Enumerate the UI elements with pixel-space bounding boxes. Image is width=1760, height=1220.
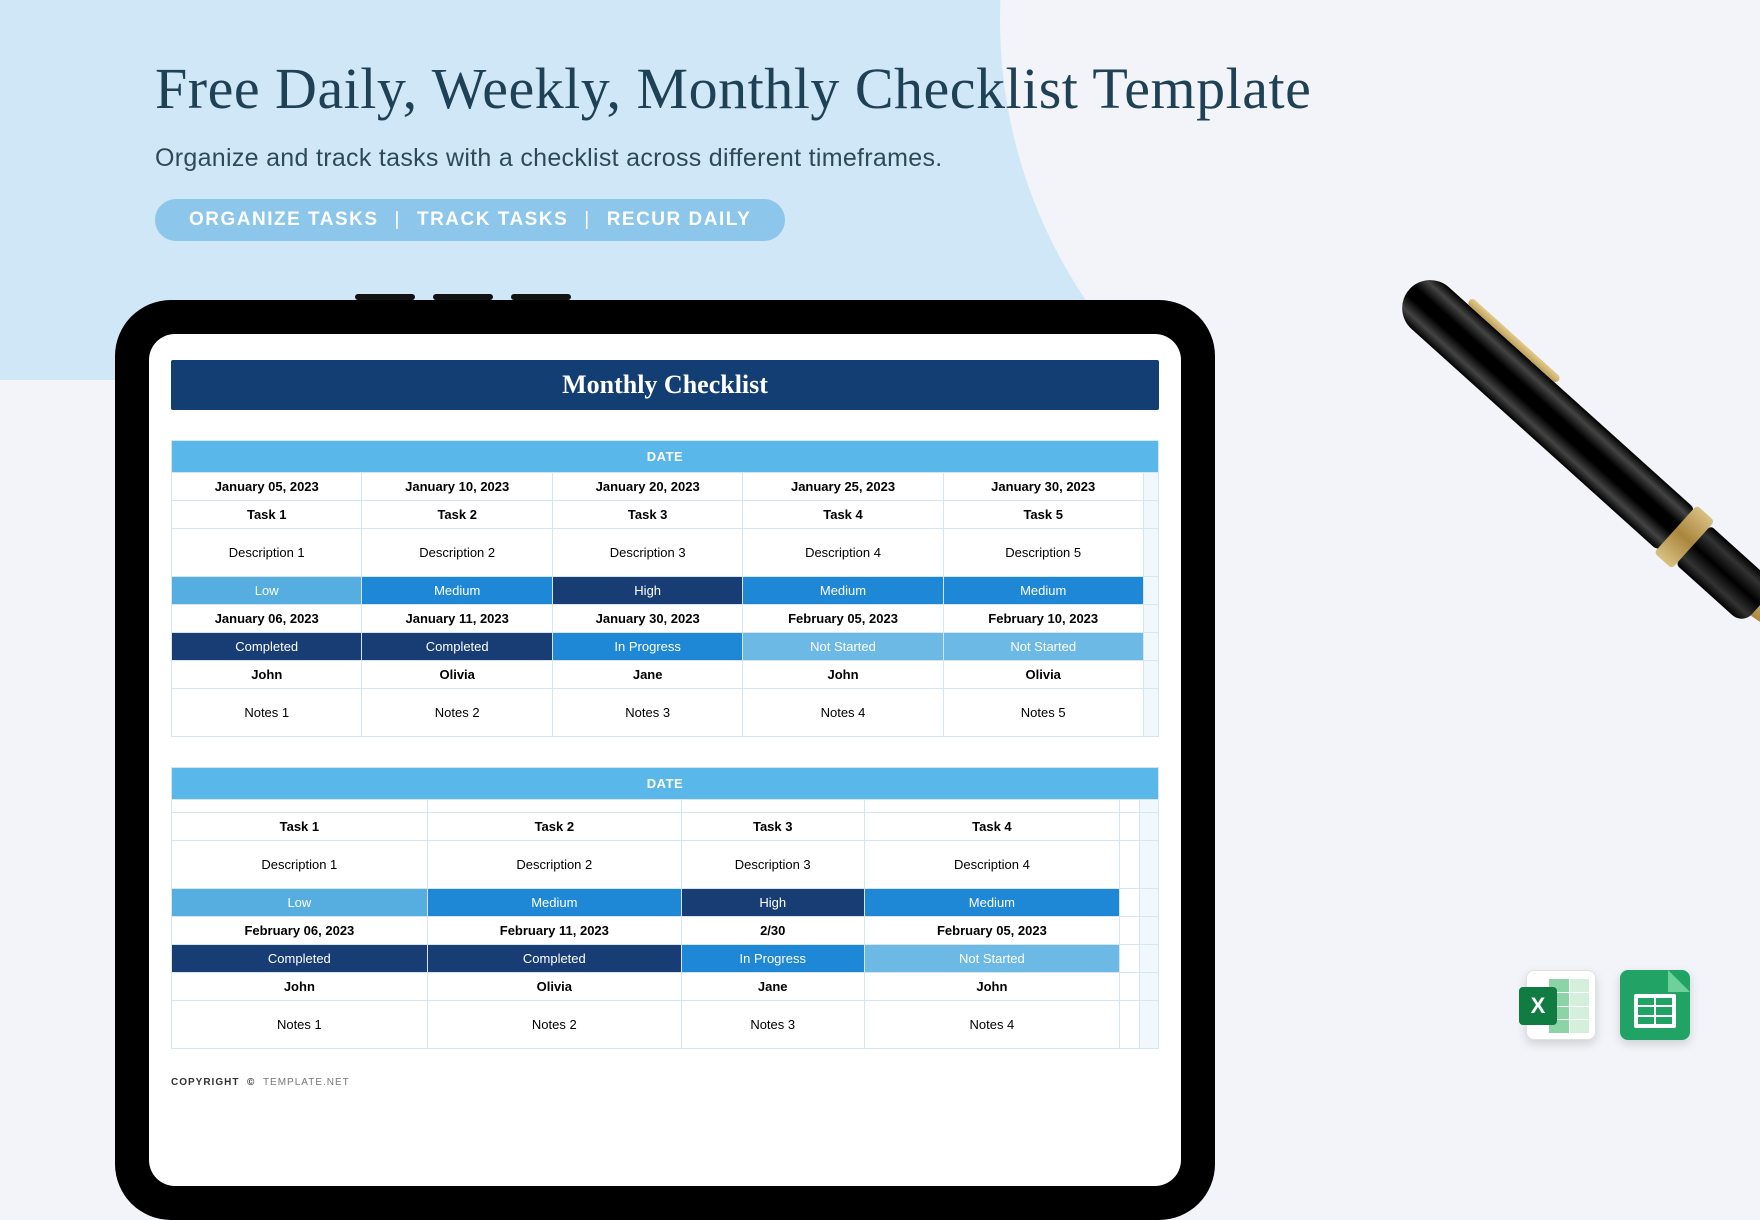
pill-item: RECUR DAILY: [607, 209, 752, 231]
tablet-device: Monthly Checklist DATEJanuary 05, 2023Ja…: [115, 300, 1215, 1220]
tablet-screen: Monthly Checklist DATEJanuary 05, 2023Ja…: [149, 334, 1181, 1186]
google-sheets-icon: [1620, 970, 1690, 1040]
checklist-tables: DATEJanuary 05, 2023January 10, 2023Janu…: [171, 440, 1159, 1049]
page-title: Free Daily, Weekly, Monthly Checklist Te…: [155, 55, 1620, 122]
excel-icon: X: [1526, 970, 1596, 1040]
copyright: COPYRIGHT © TEMPLATE.NET: [171, 1077, 1159, 1088]
page-subtitle: Organize and track tasks with a checklis…: [155, 144, 1620, 173]
pill-item: TRACK TASKS: [417, 209, 568, 231]
app-icons: X: [1526, 970, 1690, 1040]
pill-item: ORGANIZE TASKS: [189, 209, 379, 231]
pill-separator: |: [395, 209, 401, 231]
pill-separator: |: [584, 209, 590, 231]
tablet-buttons: [355, 294, 571, 300]
sheet-title: Monthly Checklist: [171, 360, 1159, 410]
hero: Free Daily, Weekly, Monthly Checklist Te…: [155, 55, 1620, 241]
feature-pill: ORGANIZE TASKS | TRACK TASKS | RECUR DAI…: [155, 199, 785, 241]
